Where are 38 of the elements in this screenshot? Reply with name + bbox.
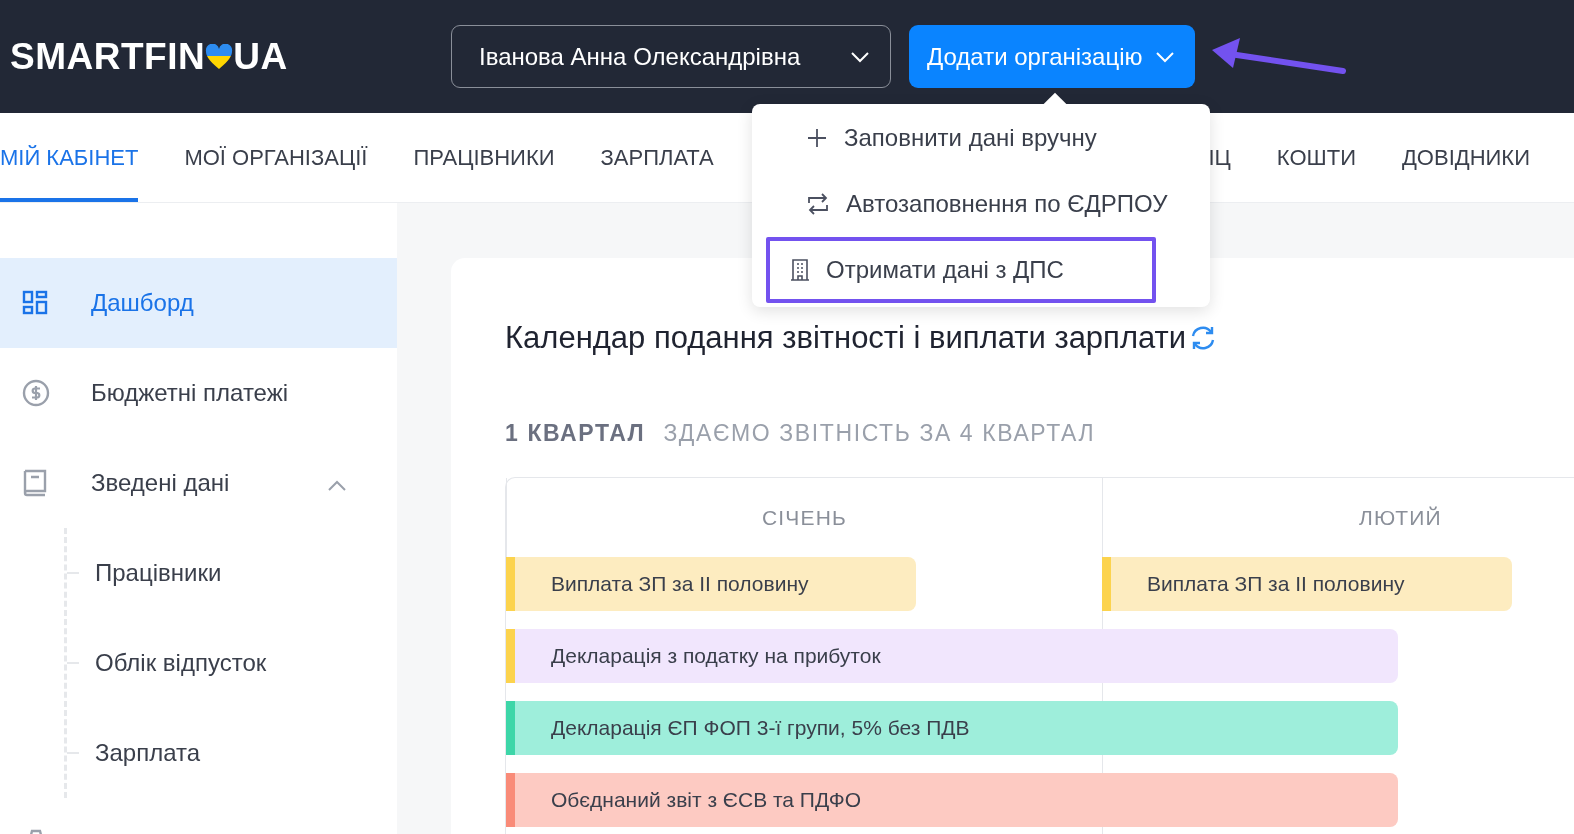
nav-tab[interactable]: ЗАРПЛАТА <box>600 113 714 202</box>
quarter-subtitle: ЗДАЄМО ЗВІТНІСТЬ ЗА 4 КВАРТАЛ <box>663 420 1096 447</box>
nav-tab[interactable]: МОЇ ОРГАНІЗАЦІЇ <box>184 113 368 202</box>
sidebar-item[interactable]: Бюджетні платежі <box>0 348 397 438</box>
menu-item[interactable]: Заповнити дані вручну <box>766 105 1156 171</box>
sidebar-item[interactable]: Зведені дані <box>0 438 397 528</box>
menu-item[interactable]: Автозаповнення по ЄДРПОУ <box>766 171 1208 237</box>
swap-arrows-icon <box>806 193 830 215</box>
book-icon <box>22 469 48 497</box>
add-organization-button[interactable]: Додати організацію <box>909 25 1195 88</box>
nav-tab[interactable]: ІЦ <box>1208 113 1231 202</box>
sidebar-subitem[interactable]: Зарплата <box>67 708 397 798</box>
calendar-event[interactable]: Виплата ЗП за II половину <box>1102 557 1512 611</box>
calendar-event[interactable]: Декларація з податку на прибуток <box>506 629 1398 683</box>
chevron-down-icon <box>1154 50 1175 63</box>
user-select[interactable]: Іванова Анна Олександрівна <box>451 25 891 88</box>
sidebar-subitem[interactable]: Працівники <box>67 528 397 618</box>
nav-tab[interactable]: КОШТИ <box>1276 113 1356 202</box>
logo-text: SMARTFIN <box>10 35 206 78</box>
month-header: ЛЮТИЙ <box>1359 505 1442 530</box>
dashboard-icon <box>22 290 48 316</box>
sidebar-item[interactable]: Дашборд <box>0 258 397 348</box>
logo-text: UA <box>233 35 288 78</box>
calendar-event[interactable]: Виплата ЗП за II половину <box>506 557 916 611</box>
chevron-down-icon <box>850 50 870 63</box>
calendar-title: Календар подання звітності і виплати зарплати <box>505 320 1187 356</box>
month-header: СІЧЕНЬ <box>761 505 848 530</box>
sidebar-subitem[interactable]: Облік відпусток <box>67 618 397 708</box>
dollar-coin-icon <box>22 379 50 407</box>
calendar-event[interactable]: Декларація ЄП ФОП 3-ї групи, 5% без ПДВ <box>506 701 1398 755</box>
quarter-label: 1 КВАРТАЛ <box>505 420 646 447</box>
heart-icon <box>205 43 234 70</box>
nav-tab[interactable]: ПРАЦІВНИКИ <box>413 113 555 202</box>
menu-item[interactable]: Отримати дані з ДПС <box>766 237 1156 303</box>
building-icon <box>790 259 810 281</box>
calendar-event[interactable]: Обєднаний звіт з ЄСВ та ПДФО <box>506 773 1398 827</box>
nav-tab[interactable]: ДОВІДНИКИ <box>1401 113 1530 202</box>
plus-icon <box>806 127 828 149</box>
